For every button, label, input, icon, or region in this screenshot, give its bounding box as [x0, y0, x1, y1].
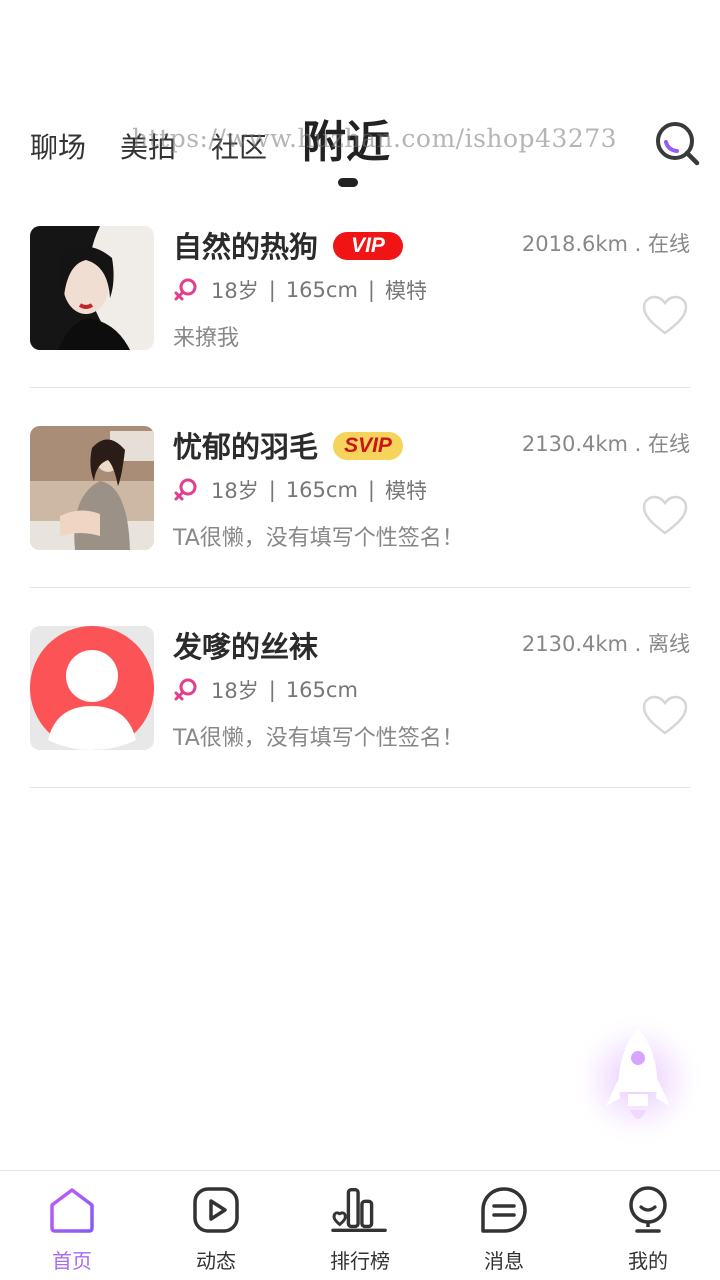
user-age: 18岁	[211, 679, 259, 703]
user-height: 165cm	[285, 278, 358, 302]
user-name: 自然的热狗	[173, 230, 319, 264]
nav-ranking[interactable]: 排行榜	[288, 1171, 432, 1280]
user-list-item[interactable]: 自然的热狗 VIP 2018.6km . 在线 18岁 | 165cm | 模特…	[30, 188, 690, 388]
bottom-navigation: 首页 动态 排行榜 消息 我的	[0, 1170, 720, 1280]
message-icon	[481, 1187, 527, 1233]
nav-feed-label: 动态	[196, 1249, 236, 1273]
user-age: 18岁	[211, 279, 259, 303]
nav-ranking-label: 排行榜	[330, 1249, 390, 1273]
user-signature: 来撩我	[173, 326, 240, 351]
heart-icon[interactable]	[642, 695, 688, 737]
nearby-user-list: 自然的热狗 VIP 2018.6km . 在线 18岁 | 165cm | 模特…	[30, 188, 690, 788]
user-age: 18岁	[211, 479, 259, 503]
user-list-item[interactable]: 忧郁的羽毛 SVIP 2130.4km . 在线 18岁 | 165cm | 模…	[30, 388, 690, 588]
avatar[interactable]	[30, 226, 154, 350]
distance-status: 2130.4km . 在线	[521, 432, 690, 456]
separator: |	[268, 478, 276, 502]
avatar[interactable]	[30, 426, 154, 550]
distance-status: 2018.6km . 在线	[521, 232, 690, 256]
user-meta: 18岁 | 165cm | 模特	[173, 476, 427, 504]
nav-profile[interactable]: 我的	[576, 1171, 720, 1280]
search-icon	[656, 122, 700, 166]
separator: |	[367, 478, 375, 502]
tab-community[interactable]: 社区	[211, 126, 267, 166]
profile-icon	[629, 1186, 667, 1233]
tab-chat[interactable]: 聊场	[30, 126, 86, 166]
separator: |	[268, 278, 276, 302]
user-signature: TA很懒，没有填写个性签名！	[173, 726, 464, 751]
avatar[interactable]	[30, 626, 154, 750]
user-name: 忧郁的羽毛	[173, 430, 319, 464]
female-gender-icon	[174, 678, 197, 701]
distance-status: 2130.4km . 离线	[521, 632, 690, 656]
user-list-item[interactable]: 发嗲的丝袜 2130.4km . 离线 18岁 | 165cm TA很懒，没有填…	[30, 588, 690, 788]
nav-messages[interactable]: 消息	[432, 1171, 576, 1280]
rocket-button[interactable]	[566, 1010, 716, 1160]
nav-profile-label: 我的	[628, 1249, 668, 1273]
user-signature: TA很懒，没有填写个性签名！	[173, 526, 464, 551]
user-name: 发嗲的丝袜	[173, 630, 319, 664]
ranking-icon	[331, 1188, 387, 1232]
user-height: 165cm	[285, 478, 358, 502]
separator: |	[268, 678, 276, 702]
separator: |	[367, 278, 375, 302]
vip-badge: VIP	[333, 232, 403, 260]
heart-icon[interactable]	[642, 495, 688, 537]
nav-home[interactable]: 首页	[0, 1171, 144, 1280]
svip-badge: SVIP	[333, 432, 403, 460]
user-meta: 18岁 | 165cm	[173, 676, 358, 704]
home-icon	[50, 1188, 94, 1233]
active-tab-indicator	[338, 178, 358, 187]
user-occupation: 模特	[384, 279, 427, 303]
female-gender-icon	[174, 278, 197, 301]
nav-messages-label: 消息	[484, 1249, 524, 1273]
rocket-icon	[570, 1012, 706, 1148]
user-height: 165cm	[285, 678, 358, 702]
nav-feed[interactable]: 动态	[144, 1171, 288, 1280]
search-button[interactable]	[654, 120, 702, 168]
play-icon	[193, 1187, 239, 1233]
nav-home-label: 首页	[52, 1249, 92, 1273]
tab-photos[interactable]: 美拍	[120, 126, 176, 166]
top-tab-bar: 聊场 美拍 社区 附近 https://www.huzhan.com/ishop…	[0, 100, 720, 200]
tab-nearby[interactable]: 附近	[302, 106, 390, 170]
user-meta: 18岁 | 165cm | 模特	[173, 276, 427, 304]
female-gender-icon	[174, 478, 197, 501]
heart-icon[interactable]	[642, 295, 688, 337]
user-occupation: 模特	[384, 479, 427, 503]
